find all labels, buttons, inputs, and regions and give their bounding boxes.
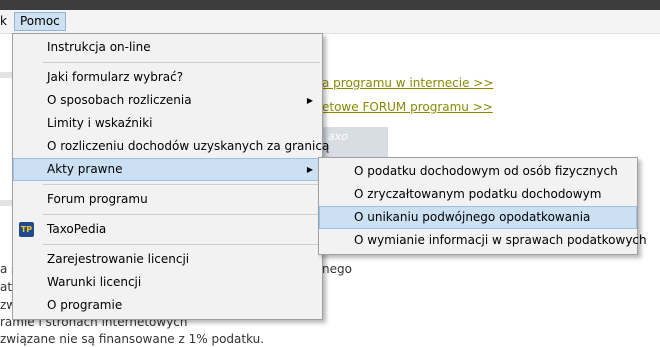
menu-item-license-terms[interactable]: Warunki licencji: [13, 271, 322, 294]
menu-item-help[interactable]: Pomoc: [14, 12, 66, 31]
menu-item-forum[interactable]: Forum programu: [13, 188, 322, 211]
menu-item-register-license[interactable]: Zarejestrowanie licencji: [13, 248, 322, 271]
window-title-bar: [0, 0, 660, 10]
legal-acts-submenu: O podatku dochodowym od osób fizycznych …: [318, 157, 647, 255]
menu-separator: [43, 62, 320, 63]
help-menu: Instrukcja on-line Jaki formularz wybrać…: [12, 33, 329, 320]
menu-item-online-manual[interactable]: Instrukcja on-line: [13, 36, 322, 59]
forum-link[interactable]: etowe FORUM programu >>: [322, 100, 493, 114]
background-text: nego: [322, 262, 352, 276]
menu-bar: k Pomoc: [0, 10, 660, 34]
background-text: związane nie są finansowane z 1% podatku…: [0, 332, 265, 346]
menu-item-settlement-methods[interactable]: O sposobach rozliczenia ▶: [13, 89, 322, 112]
menu-item-partial[interactable]: k: [0, 12, 11, 31]
menu-item-label: O sposobach rozliczenia: [47, 93, 192, 107]
submenu-item-double-taxation[interactable]: O unikaniu podwójnego opodatkowania: [319, 206, 637, 229]
menu-separator: [43, 184, 320, 185]
menu-item-limits[interactable]: Limity i wskaźniki: [13, 112, 322, 135]
program-website-link[interactable]: a programu w internecie >>: [322, 76, 493, 90]
menu-item-label: TaxoPedia: [47, 222, 107, 236]
taxopedia-icon: TP: [19, 222, 34, 237]
submenu-arrow-icon: ▶: [306, 96, 313, 105]
menu-item-foreign-income[interactable]: O rozliczeniu dochodów uzyskanych za gra…: [13, 135, 329, 158]
menu-item-label: Akty prawne: [47, 162, 123, 176]
submenu-item-flat-rate-tax[interactable]: O zryczałtowanym podatku dochodowym: [319, 183, 637, 206]
menu-item-about[interactable]: O programie: [13, 294, 322, 317]
submenu-item-tax-info-exchange[interactable]: O wymianie informacji w sprawach podatko…: [319, 229, 647, 252]
menu-separator: [43, 214, 320, 215]
menu-item-which-form[interactable]: Jaki formularz wybrać?: [13, 66, 322, 89]
menu-item-taxopedia[interactable]: TP TaxoPedia: [13, 218, 322, 241]
menu-item-legal-acts[interactable]: Akty prawne ▶: [13, 158, 322, 181]
menu-separator: [43, 244, 320, 245]
submenu-arrow-icon: ▶: [306, 165, 313, 174]
submenu-item-pit[interactable]: O podatku dochodowym od osób fizycznych: [319, 160, 637, 183]
